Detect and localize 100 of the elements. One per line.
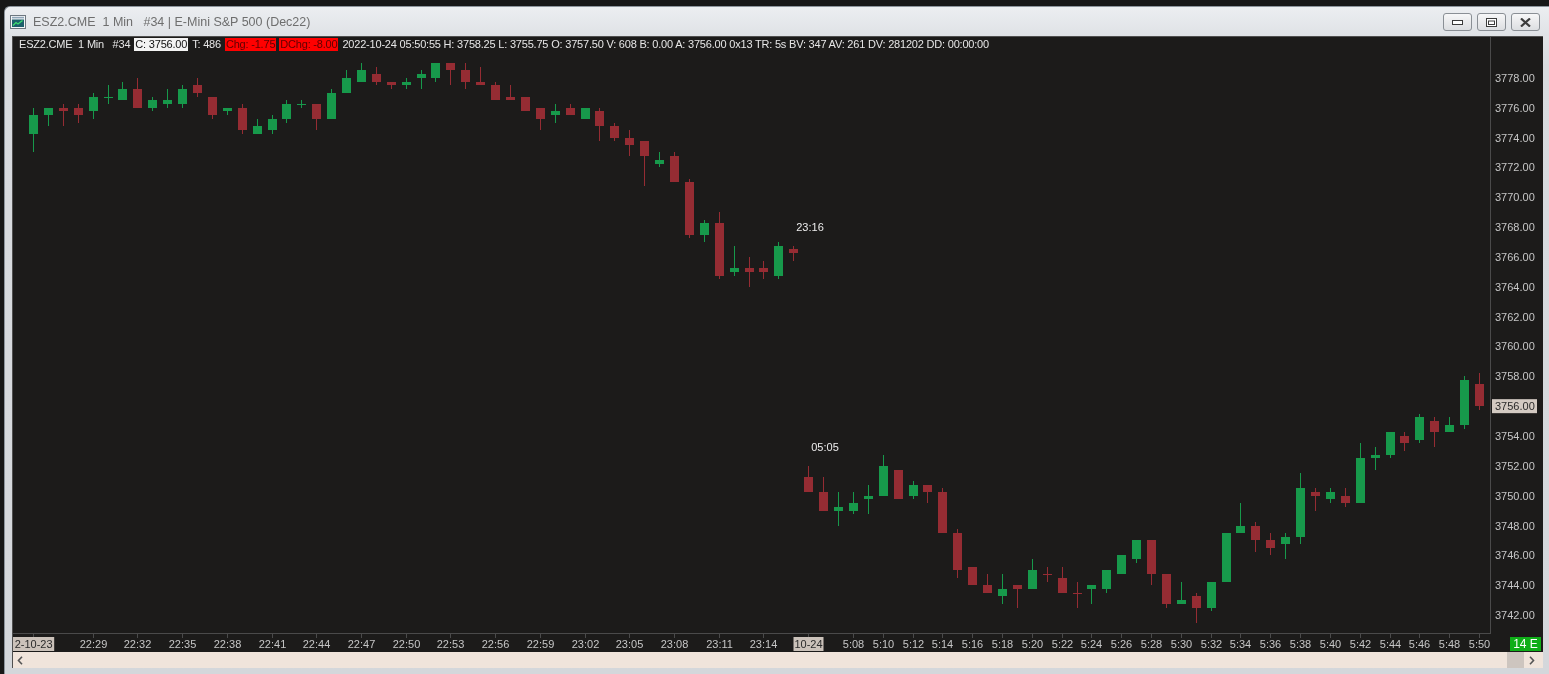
change-tag: Chg: -1.75 xyxy=(224,37,277,51)
time-label: 5:46 xyxy=(1408,638,1431,650)
up-candle xyxy=(1102,570,1111,593)
price-label: 3744.00 xyxy=(1495,579,1535,592)
down-candle xyxy=(208,96,217,119)
up-candle xyxy=(1415,413,1424,444)
change-tag: DChg: -8.00 xyxy=(279,37,339,51)
up-candle xyxy=(178,85,187,108)
down-candle xyxy=(1341,488,1350,507)
up-candle xyxy=(1296,473,1305,545)
down-candle xyxy=(446,62,455,86)
down-candle xyxy=(1162,574,1171,608)
up-candle xyxy=(834,492,843,526)
up-candle xyxy=(1281,533,1290,560)
up-candle xyxy=(581,107,590,119)
time-label: 22:32 xyxy=(123,638,152,650)
time-label: 5:20 xyxy=(1021,638,1044,650)
down-candle xyxy=(685,178,694,239)
time-label: 22:35 xyxy=(168,638,197,650)
price-label: 3776.00 xyxy=(1495,101,1535,114)
up-candle xyxy=(1236,503,1245,533)
close-button[interactable] xyxy=(1511,13,1540,31)
last-price-marker: 3756.00 xyxy=(1492,399,1537,414)
up-candle xyxy=(774,242,783,280)
time-label: 5:28 xyxy=(1140,638,1163,650)
minimize-button[interactable] xyxy=(1443,13,1472,31)
time-label: 22:41 xyxy=(258,638,287,650)
time-label: 22:44 xyxy=(302,638,331,650)
up-candle xyxy=(1326,488,1335,504)
up-candle xyxy=(431,62,440,82)
time-label: 5:26 xyxy=(1110,638,1133,650)
time-label: 5:48 xyxy=(1438,638,1461,650)
price-label: 3758.00 xyxy=(1495,370,1535,383)
time-label: 5:24 xyxy=(1080,638,1103,650)
time-label: 5:32 xyxy=(1200,638,1223,650)
price-label: 3748.00 xyxy=(1495,519,1535,532)
down-candle xyxy=(1266,533,1275,556)
time-label: 23:11 xyxy=(706,638,733,650)
down-candle xyxy=(238,104,247,134)
info-text: 2022-10-24 05:50:55 H: 3758.25 L: 3755.75 O: 3757.50 V: 608 B: 0.00 A: 3756.00 0x13 TR: 5s BV: 347 AV: 261 DV: 281202 DD: 00:00:00 xyxy=(341,37,990,51)
up-candle xyxy=(1207,581,1216,612)
down-candle xyxy=(923,484,932,504)
down-candle xyxy=(536,107,545,131)
down-candle xyxy=(1058,566,1067,593)
horizontal-scrollbar[interactable] xyxy=(12,652,1543,668)
time-label: 22:47 xyxy=(347,638,376,650)
up-candle xyxy=(1087,585,1096,604)
up-candle xyxy=(327,89,336,119)
time-label: 5:34 xyxy=(1229,638,1252,650)
down-candle xyxy=(506,85,515,101)
up-candle xyxy=(655,152,664,168)
up-candle xyxy=(730,245,739,276)
up-candle xyxy=(1117,555,1126,575)
time-annotation: 05:05 xyxy=(811,440,839,453)
down-candle xyxy=(1013,585,1022,608)
down-candle xyxy=(1430,417,1439,448)
time-label: 5:08 xyxy=(842,638,865,650)
down-candle xyxy=(461,62,470,90)
up-candle xyxy=(1177,581,1186,604)
info-text: ESZ2.CME 1 Min #34 xyxy=(18,37,132,51)
time-label: 23:08 xyxy=(660,638,689,650)
app-window-icon xyxy=(10,14,26,29)
time-label: 22:50 xyxy=(392,638,421,650)
date-label: 10-24 xyxy=(793,637,824,651)
down-candle xyxy=(372,66,381,86)
up-candle xyxy=(44,107,53,127)
up-candle xyxy=(1386,432,1395,459)
scroll-right-icon[interactable] xyxy=(1529,655,1535,665)
time-label: 23:14 xyxy=(749,638,778,650)
window-title: ESZ2.CME 1 Min #34 | E-Mini S&P 500 (Dec22) xyxy=(33,14,311,29)
price-label: 3778.00 xyxy=(1495,71,1535,84)
up-candle xyxy=(342,70,351,93)
price-label: 3764.00 xyxy=(1495,280,1535,293)
restore-button[interactable] xyxy=(1477,13,1506,31)
price-label: 3766.00 xyxy=(1495,250,1535,263)
time-label: 5:42 xyxy=(1349,638,1372,650)
up-candle xyxy=(118,81,127,101)
time-label: 22:29 xyxy=(79,638,108,650)
scroll-left-icon[interactable] xyxy=(17,655,23,665)
time-label: 23:05 xyxy=(615,638,644,650)
up-candle xyxy=(1356,443,1365,504)
down-candle xyxy=(789,245,798,261)
down-candle xyxy=(640,141,649,187)
up-candle xyxy=(402,77,411,90)
up-candle xyxy=(879,454,888,496)
price-label: 3762.00 xyxy=(1495,310,1535,323)
up-candle xyxy=(253,118,262,134)
time-label: 5:40 xyxy=(1319,638,1342,650)
price-label: 3752.00 xyxy=(1495,459,1535,472)
down-candle xyxy=(566,104,575,116)
down-candle xyxy=(625,130,634,157)
time-label: 5:50 xyxy=(1468,638,1491,650)
down-candle xyxy=(312,104,321,131)
up-candle xyxy=(849,492,858,515)
time-label: 5:22 xyxy=(1051,638,1074,650)
up-candle xyxy=(864,484,873,515)
time-label: 5:16 xyxy=(961,638,984,650)
scrollbar-thumb[interactable] xyxy=(1507,652,1524,668)
minimize-icon xyxy=(1452,19,1463,25)
down-candle xyxy=(938,488,947,533)
